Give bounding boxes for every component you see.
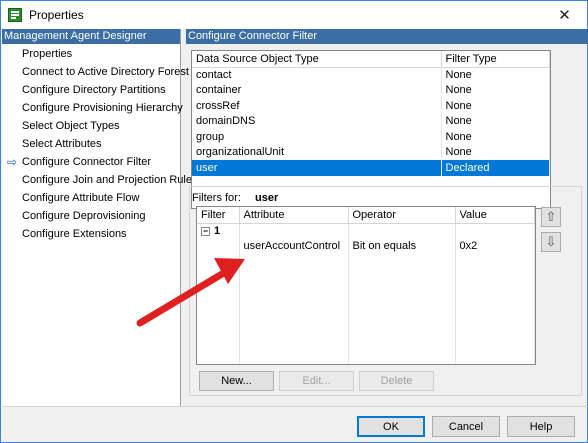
move-down-button[interactable]: ⇩: [541, 232, 561, 252]
filter-type-cell: None: [441, 113, 550, 129]
designer-nav-header: Management Agent Designer: [2, 29, 180, 44]
nav-item-deprovisioning[interactable]: Configure Deprovisioning: [2, 207, 180, 225]
properties-dialog: Properties ✕ Management Agent Designer P…: [0, 0, 588, 443]
filter-group-number: 1: [214, 225, 221, 237]
properties-app-icon: [8, 8, 22, 22]
filter-conditions-list[interactable]: Filter Attribute Operator Value −1 userA…: [196, 206, 536, 365]
move-up-button[interactable]: ⇧: [541, 207, 561, 227]
object-type-cell: contact: [192, 67, 442, 83]
table-row[interactable]: organizationalUnit None: [192, 144, 550, 160]
new-filter-button[interactable]: New...: [199, 371, 274, 391]
column-header-value[interactable]: Value: [455, 207, 535, 224]
table-row[interactable]: container None: [192, 82, 550, 98]
connector-filter-pane: Configure Connector Filter Data Source O…: [186, 29, 588, 406]
nav-item-properties[interactable]: Properties: [2, 45, 180, 63]
arrow-up-icon: ⇧: [545, 209, 557, 224]
object-type-cell: group: [192, 129, 442, 145]
arrow-down-icon: ⇩: [545, 234, 557, 249]
filters-for-label: Filters for:: [192, 192, 241, 204]
operator-cell: Bit on equals: [348, 238, 456, 254]
filter-type-cell: Declared: [441, 160, 550, 176]
object-type-cell: domainDNS: [192, 113, 442, 129]
object-type-cell: user: [192, 160, 442, 176]
ok-button[interactable]: OK: [357, 416, 425, 437]
table-row[interactable]: domainDNS None: [192, 113, 550, 129]
column-header-filter-type[interactable]: Filter Type: [441, 51, 550, 68]
filter-type-cell: None: [441, 82, 550, 98]
current-page-arrow-icon: ⇨: [7, 155, 18, 169]
object-type-cell: container: [192, 82, 442, 98]
collapse-toggle-icon[interactable]: −: [201, 226, 210, 236]
filter-type-cell: None: [441, 98, 550, 114]
filter-group-row[interactable]: −1: [197, 223, 535, 239]
column-header-attribute[interactable]: Attribute: [239, 207, 349, 224]
title-bar: Properties ✕: [1, 1, 587, 29]
cancel-button[interactable]: Cancel: [432, 416, 500, 437]
nav-item-attribute-flow[interactable]: Configure Attribute Flow: [2, 189, 180, 207]
nav-item-connector-filter[interactable]: ⇨ Configure Connector Filter: [2, 153, 180, 171]
column-header-object-type[interactable]: Data Source Object Type: [192, 51, 442, 68]
designer-nav-list: Properties Connect to Active Directory F…: [2, 44, 198, 243]
table-row[interactable]: crossRef None: [192, 98, 550, 114]
filter-type-cell: None: [441, 67, 550, 83]
table-row[interactable]: group None: [192, 129, 550, 145]
nav-item-directory-partitions[interactable]: Configure Directory Partitions: [2, 81, 180, 99]
help-button[interactable]: Help: [507, 416, 575, 437]
object-type-cell: crossRef: [192, 98, 442, 114]
connector-filter-header: Configure Connector Filter: [186, 29, 588, 44]
nav-item-object-types[interactable]: Select Object Types: [2, 117, 180, 135]
close-icon: ✕: [558, 7, 571, 24]
nav-item-attributes[interactable]: Select Attributes: [2, 135, 180, 153]
nav-item-provisioning-hierarchy[interactable]: Configure Provisioning Hierarchy: [2, 99, 183, 117]
object-type-cell: organizationalUnit: [192, 144, 442, 160]
filter-type-cell: None: [441, 144, 550, 160]
nav-item-extensions[interactable]: Configure Extensions: [2, 225, 180, 243]
filters-for-value: user: [255, 192, 279, 204]
window-title: Properties: [29, 8, 84, 22]
footer-divider: [2, 406, 588, 407]
value-cell: 0x2: [455, 238, 535, 254]
designer-nav-pane: Management Agent Designer Properties Con…: [2, 29, 198, 406]
delete-filter-button[interactable]: Delete: [359, 371, 434, 391]
column-header-filter[interactable]: Filter: [197, 207, 240, 224]
filter-type-cell: None: [441, 129, 550, 145]
attribute-cell: userAccountControl: [239, 238, 349, 254]
edit-filter-button[interactable]: Edit...: [279, 371, 354, 391]
nav-item-connect-forest[interactable]: Connect to Active Directory Forest: [2, 63, 189, 81]
column-header-operator[interactable]: Operator: [348, 207, 456, 224]
table-row-selected[interactable]: user Declared: [192, 160, 550, 176]
nav-item-join-projection[interactable]: Configure Join and Projection Rules: [2, 171, 198, 189]
close-button[interactable]: ✕: [542, 1, 587, 29]
table-row[interactable]: contact None: [192, 67, 550, 83]
table-row[interactable]: userAccountControl Bit on equals 0x2: [197, 238, 535, 254]
